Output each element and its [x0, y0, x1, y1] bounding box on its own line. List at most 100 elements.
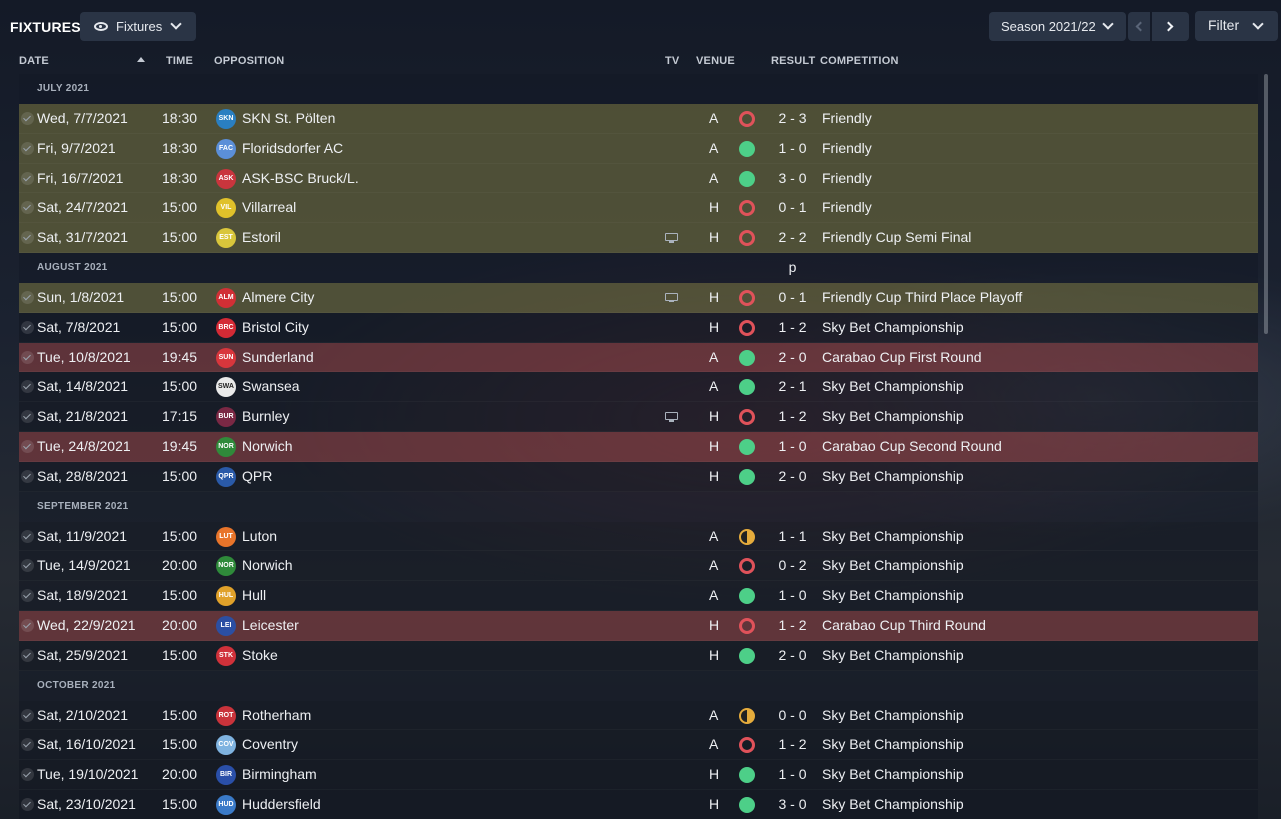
competition-link[interactable]: Sky Bet Championship: [822, 551, 964, 581]
opposition-link[interactable]: Almere City: [242, 283, 314, 313]
opposition-link[interactable]: Hull: [242, 581, 266, 611]
competition-link[interactable]: Carabao Cup First Round: [822, 343, 982, 373]
fixture-score[interactable]: 1 - 2: [774, 402, 811, 432]
competition-link[interactable]: Friendly: [822, 104, 872, 134]
fixture-row[interactable]: Fri, 16/7/2021 18:30 ASK ASK-BSC Bruck/L. A 3…: [19, 163, 1258, 194]
competition-link[interactable]: Sky Bet Championship: [822, 313, 964, 343]
fixture-row[interactable]: Wed, 22/9/2021 20:00 LEI Leicester H 1 - 2 Car…: [19, 610, 1258, 641]
fixture-score[interactable]: 1 - 0: [774, 134, 811, 164]
view-selector-button[interactable]: Fixtures: [80, 12, 196, 41]
opposition-link[interactable]: Coventry: [242, 730, 298, 760]
fixture-row[interactable]: Sat, 11/9/2021 15:00 LUT Luton A 1 - 1 Sky Bet…: [19, 521, 1258, 552]
opposition-link[interactable]: Rotherham: [242, 701, 311, 731]
opposition-link[interactable]: Leicester: [242, 611, 299, 641]
fixture-row[interactable]: Tue, 14/9/2021 20:00 NOR Norwich A 0 - 2 Sky B…: [19, 551, 1258, 582]
opposition-link[interactable]: Villarreal: [242, 193, 296, 223]
season-selector-button[interactable]: Season 2021/22: [989, 12, 1126, 41]
opposition-link[interactable]: Stoke: [242, 641, 278, 671]
fixture-score[interactable]: 2 - 0: [774, 462, 811, 492]
fixture-row[interactable]: Sat, 2/10/2021 15:00 ROT Rotherham A 0 - 0 Sky…: [19, 700, 1258, 731]
competition-link[interactable]: Sky Bet Championship: [822, 760, 964, 790]
competition-link[interactable]: Sky Bet Championship: [822, 402, 964, 432]
opposition-link[interactable]: Norwich: [242, 551, 293, 581]
column-header-competition[interactable]: COMPETITION: [820, 55, 899, 67]
fixture-time: 15:00: [162, 527, 198, 544]
opposition-link[interactable]: ASK-BSC Bruck/L.: [242, 164, 359, 194]
opposition-link[interactable]: Bristol City: [242, 313, 309, 343]
filter-button[interactable]: Filter: [1195, 11, 1278, 41]
fixture-score[interactable]: 1 - 1: [774, 522, 811, 552]
competition-link[interactable]: Friendly: [822, 134, 872, 164]
opposition-link[interactable]: Floridsdorfer AC: [242, 134, 343, 164]
fixture-row[interactable]: Sat, 31/7/2021 15:00 EST Estoril H 2 - 2 p Fri…: [19, 223, 1258, 275]
fixture-score[interactable]: 1 - 0: [774, 432, 811, 462]
previous-season-button[interactable]: [1128, 12, 1150, 41]
opposition-link[interactable]: Swansea: [242, 372, 300, 402]
fixture-row[interactable]: Fri, 9/7/2021 18:30 FAC Floridsdorfer AC A 1 …: [19, 133, 1258, 164]
fixture-score[interactable]: 0 - 2: [774, 551, 811, 581]
fixture-score[interactable]: 3 - 0: [774, 164, 811, 194]
scrollbar[interactable]: [1264, 74, 1268, 334]
fixture-date: Sat, 25/9/2021: [37, 646, 129, 663]
fixture-score[interactable]: 2 - 0: [774, 343, 811, 373]
fixture-score[interactable]: 3 - 0: [774, 790, 811, 819]
opposition-link[interactable]: SKN St. Pölten: [242, 104, 335, 134]
next-season-button[interactable]: [1152, 12, 1189, 41]
fixture-row[interactable]: Sat, 23/10/2021 15:00 HUD Huddersfield H 3 - …: [19, 789, 1258, 819]
fixture-score[interactable]: 1 - 2: [774, 730, 811, 760]
fixture-row[interactable]: Sat, 28/8/2021 15:00 QPR QPR H 2 - 0 Sky Bet C…: [19, 461, 1258, 492]
fixture-score[interactable]: 0 - 1: [774, 193, 811, 223]
opposition-link[interactable]: QPR: [242, 462, 272, 492]
fixture-row[interactable]: Sat, 25/9/2021 15:00 STK Stoke H 2 - 0 Sky Bet…: [19, 640, 1258, 671]
column-header-opposition[interactable]: OPPOSITION: [214, 55, 284, 67]
fixture-score[interactable]: 2 - 0: [774, 641, 811, 671]
opposition-link[interactable]: Huddersfield: [242, 790, 321, 819]
fixture-score[interactable]: 0 - 0: [774, 701, 811, 731]
competition-link[interactable]: Carabao Cup Third Round: [822, 611, 986, 641]
opposition-link[interactable]: Burnley: [242, 402, 289, 432]
fixture-row[interactable]: Sat, 24/7/2021 15:00 VIL Villarreal H 0 - 1 Fr…: [19, 193, 1258, 224]
competition-link[interactable]: Friendly Cup Semi Final: [822, 223, 971, 253]
fixture-row[interactable]: Wed, 7/7/2021 18:30 SKN SKN St. Pölten A 2 - …: [19, 104, 1258, 134]
opposition-link[interactable]: Norwich: [242, 432, 293, 462]
column-header-venue[interactable]: VENUE: [696, 55, 735, 67]
column-header-tv[interactable]: TV: [665, 55, 679, 67]
fixture-row[interactable]: Tue, 10/8/2021 19:45 SUN Sunderland A 2 - 0 Ca…: [19, 342, 1258, 373]
column-header-result[interactable]: RESULT: [771, 55, 815, 67]
fixture-row[interactable]: Sat, 21/8/2021 17:15 BUR Burnley H 1 - 2 Sky B…: [19, 402, 1258, 432]
fixture-score[interactable]: 1 - 0: [774, 760, 811, 790]
competition-link[interactable]: Sky Bet Championship: [822, 522, 964, 552]
fixture-row[interactable]: Sat, 18/9/2021 15:00 HUL Hull A 1 - 0 Sky Bet …: [19, 581, 1258, 611]
competition-link[interactable]: Sky Bet Championship: [822, 641, 964, 671]
competition-link[interactable]: Sky Bet Championship: [822, 730, 964, 760]
fixture-row[interactable]: Sun, 1/8/2021 15:00 ALM Almere City H 0 - 1 Fr…: [19, 282, 1258, 313]
competition-link[interactable]: Friendly Cup Third Place Playoff: [822, 283, 1022, 313]
fixture-row[interactable]: Sat, 14/8/2021 15:00 SWA Swansea A 2 - 1 Sky B…: [19, 372, 1258, 403]
fixture-score[interactable]: 0 - 1: [774, 283, 811, 313]
fixture-score[interactable]: 1 - 2: [774, 313, 811, 343]
fixture-row[interactable]: Tue, 24/8/2021 19:45 NOR Norwich H 1 - 0 Carab…: [19, 431, 1258, 462]
competition-link[interactable]: Sky Bet Championship: [822, 701, 964, 731]
competition-link[interactable]: Carabao Cup Second Round: [822, 432, 1002, 462]
fixture-row[interactable]: Sat, 7/8/2021 15:00 BRC Bristol City H 1 - 2 S…: [19, 312, 1258, 343]
column-header-time[interactable]: TIME: [166, 55, 193, 67]
fixture-score[interactable]: 2 - 2 p: [774, 223, 811, 283]
fixture-score[interactable]: 1 - 2: [774, 611, 811, 641]
opposition-link[interactable]: Luton: [242, 522, 277, 552]
column-header-date[interactable]: DATE: [19, 55, 49, 67]
competition-link[interactable]: Sky Bet Championship: [822, 372, 964, 402]
competition-link[interactable]: Friendly: [822, 193, 872, 223]
fixture-score[interactable]: 1 - 0: [774, 581, 811, 611]
competition-link[interactable]: Friendly: [822, 164, 872, 194]
fixture-score[interactable]: 2 - 1: [774, 372, 811, 402]
sort-ascending-icon[interactable]: [137, 57, 145, 62]
competition-link[interactable]: Sky Bet Championship: [822, 462, 964, 492]
opposition-link[interactable]: Birmingham: [242, 760, 317, 790]
fixture-row[interactable]: Tue, 19/10/2021 20:00 BIR Birmingham H 1 - 0 S…: [19, 760, 1258, 790]
opposition-link[interactable]: Sunderland: [242, 343, 314, 373]
fixture-score[interactable]: 2 - 3: [774, 104, 811, 134]
competition-link[interactable]: Sky Bet Championship: [822, 581, 964, 611]
competition-link[interactable]: Sky Bet Championship: [822, 790, 964, 819]
opposition-link[interactable]: Estoril: [242, 223, 281, 253]
fixture-row[interactable]: Sat, 16/10/2021 15:00 COV Coventry A 1 - 2 Sky…: [19, 730, 1258, 761]
